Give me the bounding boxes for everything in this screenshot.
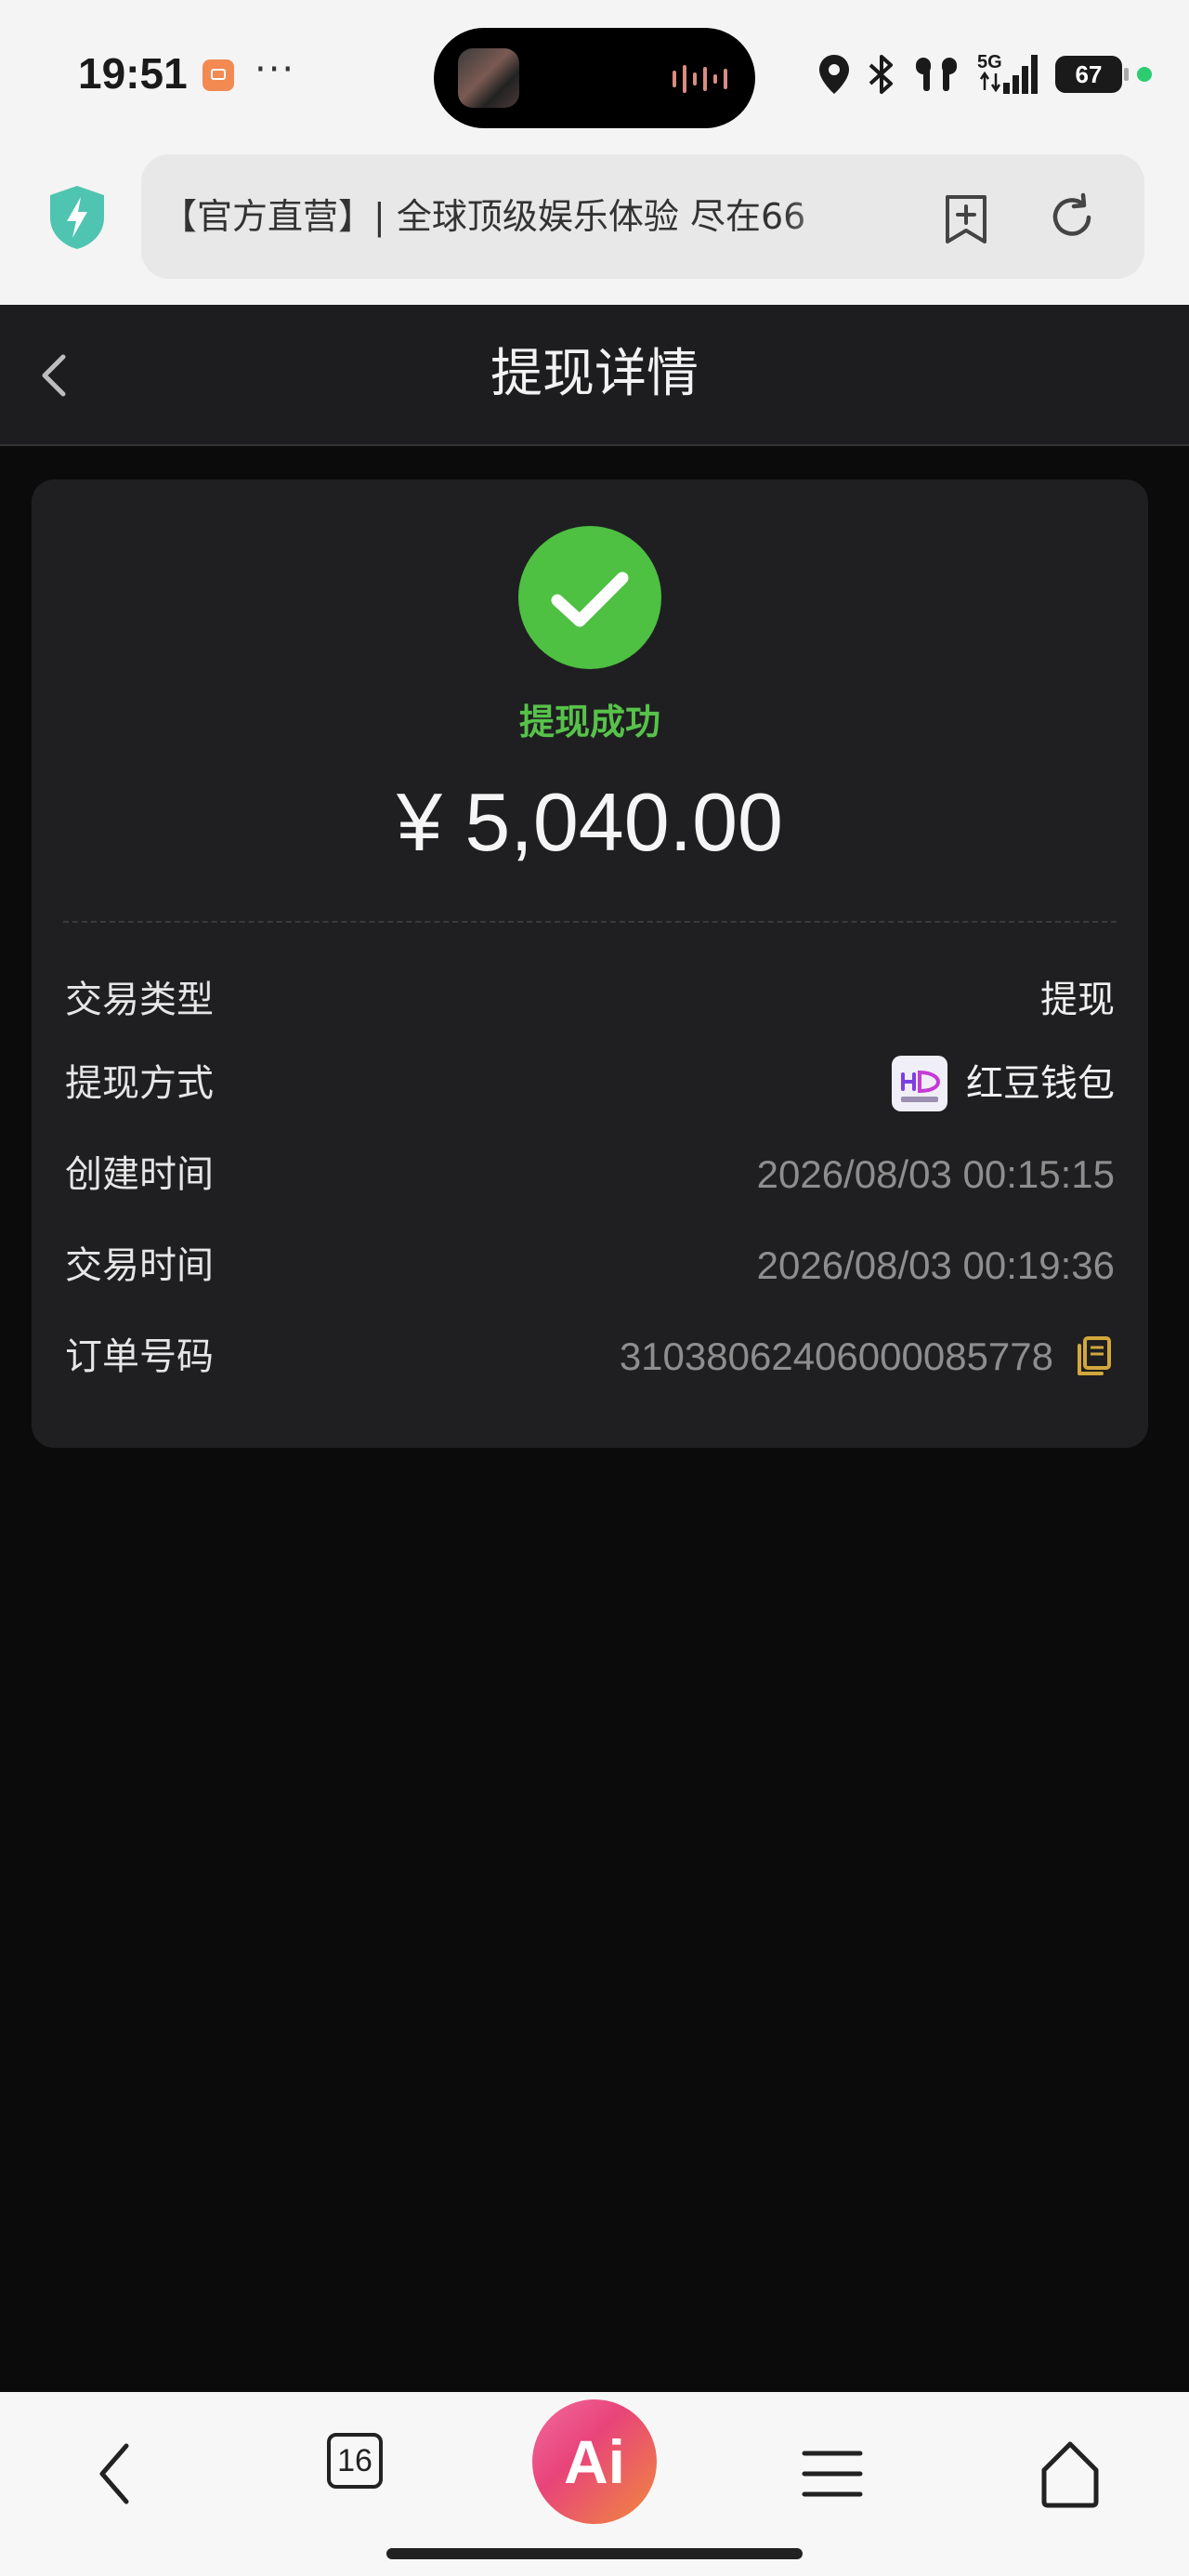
ai-assistant-button[interactable]: Ai <box>532 2399 657 2524</box>
detail-label: 交易类型 <box>65 979 214 1021</box>
success-badge <box>518 526 661 669</box>
bluetooth-icon <box>869 55 893 94</box>
detail-row-transaction-time: 交易时间 2026/08/03 00:19:36 <box>65 1238 1115 1294</box>
bookmark-add-icon[interactable] <box>942 193 990 245</box>
transaction-type-value: 提现 <box>1040 979 1115 1021</box>
withdrawal-method-value: 红豆钱包 <box>966 1062 1115 1105</box>
detail-label: 订单号码 <box>65 1335 214 1378</box>
withdrawal-status: 提现成功 <box>518 702 660 743</box>
home-icon[interactable] <box>1026 2429 1115 2518</box>
media-thumbnail <box>458 48 519 108</box>
detail-row-created: 创建时间 2026/08/03 00:15:15 <box>65 1147 1115 1203</box>
detail-label: 提现方式 <box>65 1062 214 1105</box>
detail-row-type: 交易类型 提现 <box>65 972 1115 1028</box>
menu-icon[interactable] <box>788 2429 877 2518</box>
order-number-value: 31038062406000085778 <box>619 1334 1053 1378</box>
battery-icon: 67 <box>1055 56 1129 93</box>
url-field[interactable]: 【官方直营】| 全球顶级娱乐体验 尽在66 <box>141 154 1144 279</box>
privacy-indicator-dot <box>1137 67 1152 82</box>
notification-app-icon <box>203 59 234 91</box>
nav-back-icon[interactable] <box>72 2429 162 2518</box>
transaction-time-value: 2026/08/03 00:19:36 <box>756 1243 1115 1287</box>
audio-wave-icon <box>673 65 727 93</box>
tab-count: 16 <box>327 2433 383 2489</box>
reload-icon[interactable] <box>1046 191 1098 243</box>
cellular-signal-icon: 5G <box>977 52 1038 94</box>
detail-label: 创建时间 <box>65 1153 214 1196</box>
detail-value: 2026/08/03 00:19:36 <box>757 1238 1115 1294</box>
check-icon <box>551 572 629 627</box>
status-bar: 19:51 ··· 5G 67 <box>0 0 1189 149</box>
detail-row-method: 提现方式 红豆钱包 <box>65 1056 1115 1111</box>
created-time-value: 2026/08/03 00:15:15 <box>756 1152 1115 1196</box>
withdrawal-amount: ¥ 5,040.00 <box>397 776 783 868</box>
tabs-button[interactable]: 16 <box>327 2433 416 2522</box>
page-header: 提现详情 <box>0 305 1189 446</box>
wallet-logo-icon <box>892 1056 947 1111</box>
browser-address-bar: 【官方直营】| 全球顶级娱乐体验 尽在66 <box>0 149 1189 305</box>
detail-row-order-number: 订单号码 31038062406000085778 <box>65 1329 1115 1385</box>
copy-icon[interactable] <box>1074 1334 1115 1379</box>
detail-value: 2026/08/03 00:15:15 <box>757 1147 1115 1203</box>
dynamic-island[interactable] <box>434 28 755 128</box>
status-more-indicator: ··· <box>255 48 296 91</box>
detail-label: 交易时间 <box>65 1244 214 1287</box>
detail-value: 提现 <box>1040 972 1115 1028</box>
status-icons: 5G 67 <box>817 46 1152 102</box>
status-time: 19:51 <box>78 49 188 98</box>
url-title-text[interactable]: 【官方直营】| 全球顶级娱乐体验 尽在66 <box>162 154 868 279</box>
page-title: 提现详情 <box>490 344 699 404</box>
dashed-divider <box>63 921 1117 923</box>
location-icon <box>819 55 849 94</box>
home-indicator[interactable] <box>386 2548 803 2559</box>
shield-icon[interactable] <box>46 184 108 251</box>
earbuds-icon <box>916 58 957 91</box>
withdrawal-detail-card: 提现成功 ¥ 5,040.00 交易类型 提现 提现方式 红豆钱包 创建时间 2… <box>32 480 1148 1448</box>
network-type-label: 5G <box>977 52 1002 72</box>
battery-level: 67 <box>1075 60 1103 88</box>
detail-value: 31038062406000085778 <box>620 1329 1115 1385</box>
detail-value: 红豆钱包 <box>892 1056 1115 1111</box>
